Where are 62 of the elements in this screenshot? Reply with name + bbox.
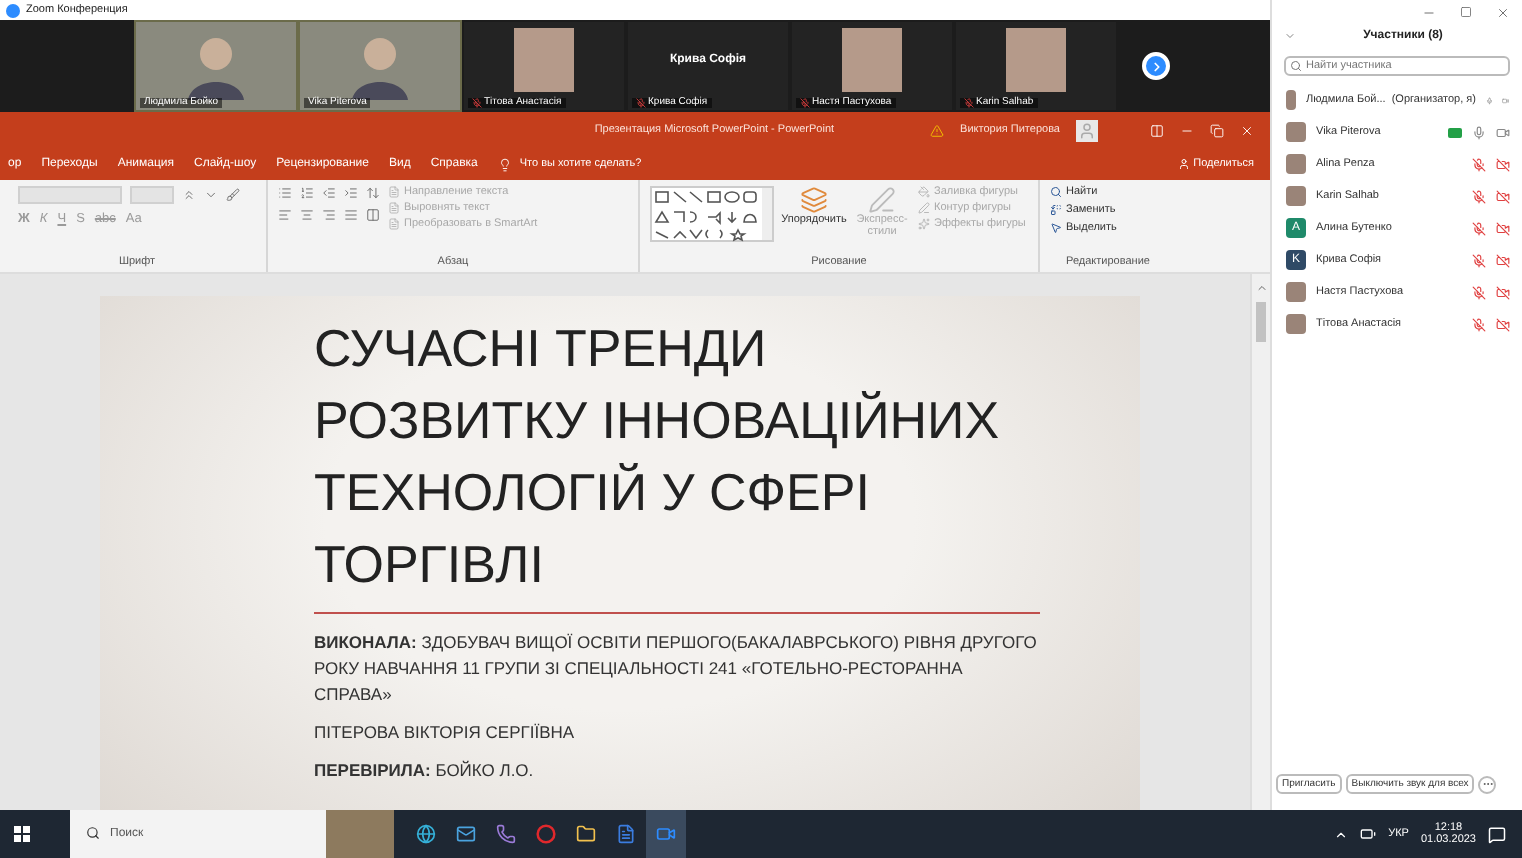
- video-camera-icon[interactable]: [646, 810, 686, 858]
- slide-title: СУЧАСНІ ТРЕНДИ РОЗВИТКУ ІННОВАЦІЙНИХ ТЕХНОЛОГІЙ У СФЕРІ ТОРГІВЛІ: [314, 316, 1002, 598]
- video-off-icon[interactable]: [1496, 189, 1510, 203]
- font-size-field[interactable]: [130, 186, 174, 204]
- warning-icon: [930, 123, 945, 137]
- scroll-thumb[interactable]: [1256, 302, 1266, 342]
- maximize-icon[interactable]: [1460, 6, 1472, 18]
- pen-icon: [868, 186, 896, 214]
- photo-placeholder: [842, 28, 902, 92]
- search-icon: [86, 826, 100, 840]
- video-camera-icon[interactable]: [1496, 125, 1510, 139]
- line-spacing-icon: [366, 186, 380, 200]
- ribbon-display-icon[interactable]: [1150, 123, 1164, 137]
- windows-start-icon[interactable]: [14, 826, 30, 842]
- muted-mic-icon[interactable]: [1472, 189, 1486, 203]
- muted-mic-icon[interactable]: [1472, 253, 1486, 267]
- chevron-right-icon: [1149, 59, 1163, 73]
- video-off-icon[interactable]: [1496, 221, 1510, 235]
- numbering-icon: [300, 186, 314, 200]
- photo-placeholder: [514, 28, 574, 92]
- justify-icon: [344, 208, 358, 222]
- arrange-icon: [800, 186, 828, 214]
- scrollbar[interactable]: [1250, 274, 1270, 810]
- lightbulb-icon: [497, 157, 512, 171]
- person-silhouette-icon: [350, 32, 410, 100]
- columns-icon: [366, 208, 380, 222]
- photo-placeholder: [1006, 28, 1066, 92]
- user-avatar-icon[interactable]: [1076, 119, 1098, 141]
- pointer-icon: [1050, 222, 1062, 234]
- muted-mic-icon[interactable]: [1472, 317, 1486, 331]
- photo-placeholder: [326, 810, 394, 858]
- video-off-icon[interactable]: [1496, 157, 1510, 171]
- video-off-icon[interactable]: [1496, 285, 1510, 299]
- muted-mic-icon[interactable]: [1472, 157, 1486, 171]
- next-page-button[interactable]: [1142, 52, 1170, 80]
- mic-icon[interactable]: [1472, 125, 1486, 139]
- person-silhouette-icon: [186, 32, 246, 100]
- search-icon: [1050, 186, 1062, 198]
- shapes-gallery-drawing[interactable]: [650, 186, 774, 242]
- slide-text: ПІТЕРОВА ВІКТОРІЯ СЕРГІЇВНА: [314, 720, 577, 746]
- muted-mic-icon[interactable]: [1472, 285, 1486, 299]
- video-off-icon[interactable]: [1496, 317, 1510, 331]
- slide-text: ПЕРЕВІРИЛА: БОЙКО Л.О.: [314, 758, 536, 784]
- battery-icon: [1360, 826, 1377, 842]
- more-button[interactable]: [1478, 775, 1497, 793]
- slide-text: ВИКОНАЛА: ЗДОБУВАЧ ВИЩОЇ ОСВІТИ ПЕРШОГО(БАКАЛАВРСЬКОГО) РІВНЯ ДРУГОГО РОКУ НАВЧАННЯ 11 ГРУПИ ЗІ СПЕЦІАЛЬНОСТІ 241 «ГОТЕЛЬНО-РЕСТОРАННА СПРАВА»: [314, 630, 1039, 708]
- restore-icon[interactable]: [1210, 123, 1224, 137]
- person-icon: [1177, 158, 1190, 170]
- decrease-indent-icon: [322, 186, 336, 200]
- increase-indent-icon: [344, 186, 358, 200]
- align-left-icon: [278, 208, 292, 222]
- notifications-icon[interactable]: [1488, 825, 1506, 843]
- font-name-field[interactable]: [18, 186, 122, 204]
- align-right-icon: [322, 208, 336, 222]
- close-icon[interactable]: [1496, 6, 1510, 20]
- search-icon: [1290, 60, 1302, 72]
- video-off-icon[interactable]: [1496, 253, 1510, 267]
- align-center-icon: [300, 208, 314, 222]
- muted-mic-icon[interactable]: [1472, 221, 1486, 235]
- bullets-icon: [278, 186, 292, 200]
- zoom-logo-icon: [6, 3, 20, 17]
- replace-icon: [1050, 204, 1062, 216]
